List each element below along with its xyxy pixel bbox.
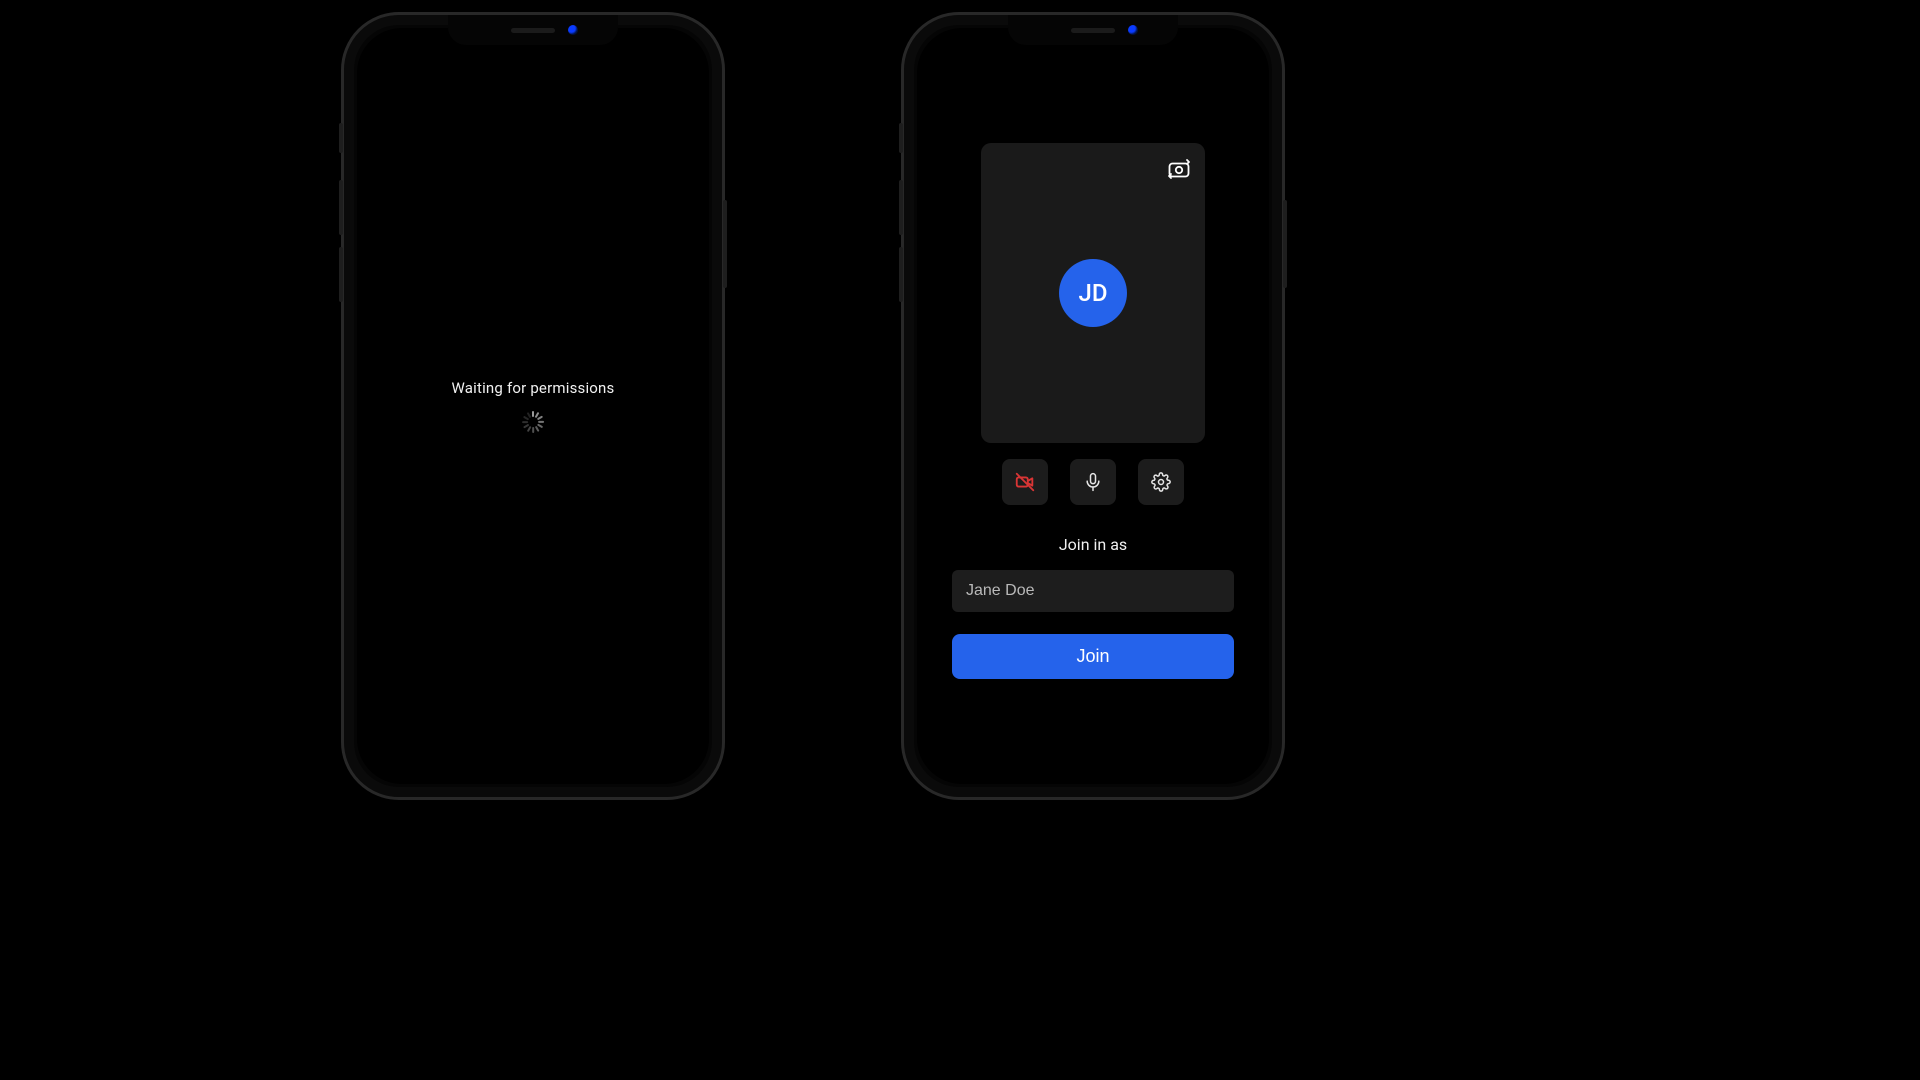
phone-side-button bbox=[339, 123, 343, 153]
phone-notch bbox=[1008, 15, 1178, 45]
camera-off-icon bbox=[1014, 471, 1036, 493]
video-preview-card: JD bbox=[981, 143, 1205, 443]
phone-side-button bbox=[899, 123, 903, 153]
phone-mockup-join: JD bbox=[901, 12, 1285, 800]
display-name-input[interactable] bbox=[952, 570, 1234, 612]
gear-icon bbox=[1151, 472, 1171, 492]
phone-screen: Waiting for permissions bbox=[357, 28, 709, 784]
avatar-initials: JD bbox=[1078, 279, 1107, 307]
switch-camera-icon bbox=[1166, 157, 1192, 181]
phone-notch bbox=[448, 15, 618, 45]
phone-mockup-loading: Waiting for permissions bbox=[341, 12, 725, 800]
loading-state: Waiting for permissions bbox=[357, 28, 709, 784]
phone-screen: JD bbox=[917, 28, 1269, 784]
avatar: JD bbox=[1059, 259, 1127, 327]
join-button[interactable]: Join bbox=[952, 634, 1234, 679]
media-toolbar bbox=[1002, 459, 1184, 505]
phone-side-button bbox=[899, 247, 903, 302]
toggle-camera-button[interactable] bbox=[1002, 459, 1048, 505]
toggle-mic-button[interactable] bbox=[1070, 459, 1116, 505]
phone-side-button bbox=[1283, 200, 1287, 288]
join-in-as-label: Join in as bbox=[1059, 535, 1127, 554]
stage: Waiting for permissions bbox=[0, 0, 1920, 1080]
spinner-icon bbox=[522, 411, 544, 433]
phone-side-button bbox=[339, 247, 343, 302]
settings-button[interactable] bbox=[1138, 459, 1184, 505]
loading-text: Waiting for permissions bbox=[451, 379, 614, 397]
join-screen: JD bbox=[917, 28, 1269, 784]
microphone-icon bbox=[1083, 472, 1103, 492]
phone-side-button bbox=[339, 180, 343, 235]
switch-camera-button[interactable] bbox=[1165, 155, 1193, 183]
phone-side-button bbox=[899, 180, 903, 235]
phone-side-button bbox=[723, 200, 727, 288]
